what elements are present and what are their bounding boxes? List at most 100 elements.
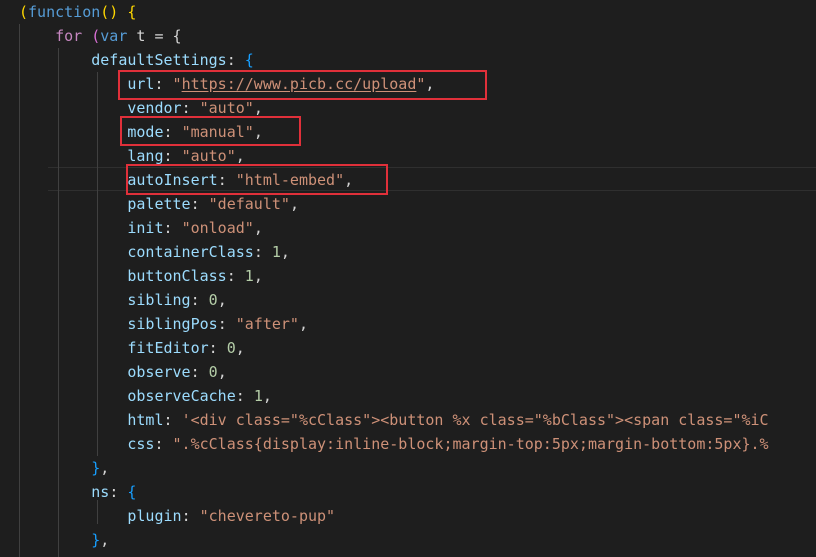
keyword: var: [100, 27, 128, 45]
punctuation: :: [190, 195, 209, 213]
punctuation: ,: [235, 339, 245, 357]
punctuation: :: [181, 99, 200, 117]
punctuation: [19, 75, 127, 93]
code-line[interactable]: siblingPos: "after",: [19, 312, 816, 336]
code-line[interactable]: observe: 0,: [19, 360, 816, 384]
bracket: }: [91, 459, 101, 477]
punctuation: ,: [100, 531, 110, 549]
punctuation: [19, 171, 127, 189]
punctuation: [19, 195, 127, 213]
punctuation: :: [109, 483, 128, 501]
code-line[interactable]: defaultSettings: {: [19, 48, 816, 72]
property-name: observe: [127, 363, 191, 381]
code-line[interactable]: init: "onload",: [19, 216, 816, 240]
property-name: plugin: [127, 507, 182, 525]
code-line[interactable]: css: ".%cClass{display:inline-block;marg…: [19, 432, 816, 456]
punctuation: ,: [100, 459, 110, 477]
string-literal: "default": [208, 195, 290, 213]
control-keyword: for: [55, 27, 83, 45]
code-line[interactable]: for (var t = {: [19, 24, 816, 48]
code-line[interactable]: },: [19, 456, 816, 480]
code-line[interactable]: palettes: {: [19, 552, 816, 557]
punctuation: :: [226, 51, 245, 69]
highlight-box-autoinsert: [126, 164, 388, 195]
code-line[interactable]: ns: {: [19, 480, 816, 504]
code-line[interactable]: fitEditor: 0,: [19, 336, 816, 360]
code-line[interactable]: },: [19, 528, 816, 552]
code-line[interactable]: sibling: 0,: [19, 288, 816, 312]
number-literal: 1: [253, 387, 263, 405]
punctuation: ,: [262, 387, 272, 405]
punctuation: :: [190, 291, 209, 309]
property-name: sibling: [127, 291, 191, 309]
highlight-box-mode: [120, 116, 301, 146]
punctuation: [19, 27, 55, 45]
punctuation: :: [181, 507, 200, 525]
number-literal: 0: [226, 339, 236, 357]
punctuation: :: [154, 435, 173, 453]
punctuation: [19, 483, 91, 501]
punctuation: :: [235, 387, 254, 405]
property-name: init: [127, 219, 164, 237]
property-name: buttonClass: [127, 267, 227, 285]
property-name: css: [127, 435, 155, 453]
number-literal: 1: [271, 243, 281, 261]
code-line[interactable]: html: '<div class="%cClass"><button %x c…: [19, 408, 816, 432]
punctuation: :: [253, 243, 272, 261]
bracket: () {: [100, 3, 137, 21]
property-name: lang: [127, 147, 164, 165]
code-line[interactable]: containerClass: 1,: [19, 240, 816, 264]
string-literal: "auto": [181, 147, 236, 165]
punctuation: :: [208, 339, 227, 357]
punctuation: [19, 291, 127, 309]
punctuation: [19, 507, 127, 525]
punctuation: ,: [253, 219, 263, 237]
property-name: siblingPos: [127, 315, 218, 333]
punctuation: [19, 219, 127, 237]
code-line[interactable]: plugin: "chevereto-pup": [19, 504, 816, 528]
bracket: (: [19, 3, 29, 21]
punctuation: [19, 99, 127, 117]
property-name: html: [127, 411, 164, 429]
punctuation: :: [217, 315, 236, 333]
number-literal: 0: [208, 363, 218, 381]
bracket: }: [91, 531, 101, 549]
punctuation: [19, 243, 127, 261]
property-name: ns: [91, 483, 110, 501]
string-literal: ".%cClass{display:inline-block;margin-to…: [172, 435, 769, 453]
string-literal: "after": [235, 315, 299, 333]
number-literal: 1: [244, 267, 254, 285]
property-name: observeCache: [127, 387, 236, 405]
keyword: function: [28, 3, 101, 21]
punctuation: ,: [217, 363, 227, 381]
code-line[interactable]: (function() {: [19, 0, 816, 24]
punctuation: [19, 459, 91, 477]
code-line[interactable]: buttonClass: 1,: [19, 264, 816, 288]
bracket: (: [82, 27, 101, 45]
string-literal: "onload": [181, 219, 254, 237]
punctuation: ,: [253, 267, 263, 285]
punctuation: [19, 363, 127, 381]
punctuation: [19, 339, 127, 357]
bracket: {: [127, 483, 137, 501]
punctuation: t = {: [127, 27, 182, 45]
string-literal: "auto": [199, 99, 254, 117]
string-literal: "chevereto-pup": [199, 507, 336, 525]
code-editor[interactable]: (function() { for (var t = { defaultSett…: [0, 0, 816, 557]
code-line[interactable]: observeCache: 1,: [19, 384, 816, 408]
punctuation: [19, 387, 127, 405]
punctuation: [19, 267, 127, 285]
punctuation: [19, 315, 127, 333]
punctuation: :: [226, 267, 245, 285]
punctuation: [19, 147, 127, 165]
punctuation: ,: [280, 243, 290, 261]
string-literal: '<div class="%cClass"><button %x class="…: [181, 411, 769, 429]
punctuation: :: [163, 411, 182, 429]
code-line[interactable]: palette: "default",: [19, 192, 816, 216]
punctuation: [19, 51, 91, 69]
property-name: containerClass: [127, 243, 254, 261]
highlight-box-url: [118, 70, 487, 100]
punctuation: [19, 411, 127, 429]
punctuation: ,: [235, 147, 245, 165]
punctuation: :: [163, 219, 182, 237]
